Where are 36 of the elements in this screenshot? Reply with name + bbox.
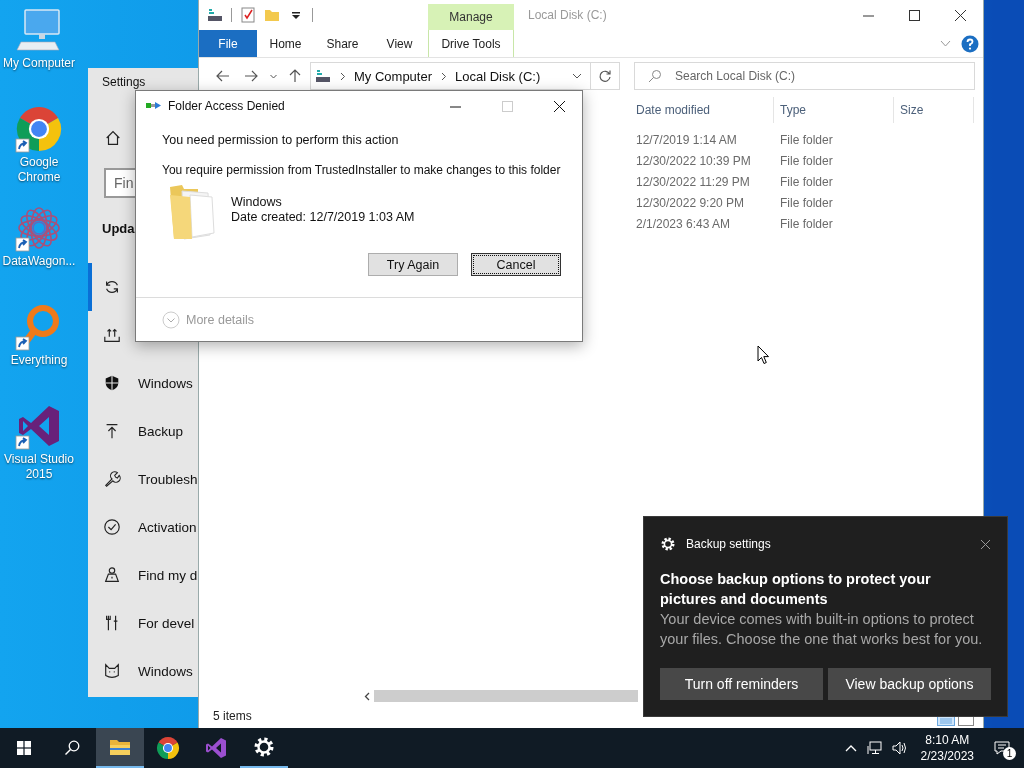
table-cell-text: 2/1/2023 6:43 AM — [635, 216, 732, 231]
table-cell-text: File folder — [779, 174, 834, 189]
nav-label: Activation — [138, 519, 197, 535]
nav-label: For devel — [138, 615, 195, 631]
table-cell-text: 12/30/2022 10:39 PM — [635, 153, 752, 168]
table-cell-text: File folder — [779, 216, 834, 231]
notification-count: 1 — [1003, 747, 1016, 760]
dialog-title: Folder Access Denied — [168, 99, 286, 113]
desktop-icon-label: Everything — [10, 353, 68, 368]
context-tab-group: Manage — [428, 4, 514, 30]
window-title: Local Disk (C:) — [527, 7, 608, 24]
nav-label: Find my d — [138, 567, 198, 583]
window-title: Settings — [101, 74, 147, 91]
section-heading: Upda — [101, 220, 136, 238]
status-text: 5 items — [213, 709, 252, 723]
nav-label: Windows — [138, 663, 193, 679]
table-cell-text: File folder — [779, 195, 834, 210]
notification-title: Choose backup options to protect your pictures and documents — [660, 570, 932, 609]
nav-label: Troublesh — [138, 471, 198, 487]
notification-app-name: Backup settings — [686, 537, 772, 551]
item-name: Windows — [231, 195, 283, 209]
table-cell-text: File folder — [779, 153, 834, 168]
desktop-icon-label: Visual Studio 2015 — [4, 452, 74, 482]
nav-label: Windows — [138, 375, 193, 391]
item-detail: Date created: 12/7/2019 1:03 AM — [231, 210, 415, 224]
dialog-message: You require permission from TrustedInstaller to make changes to this folder — [162, 163, 561, 177]
table-cell-text: 12/30/2022 9:20 PM — [635, 195, 746, 210]
table-cell-text: File folder — [779, 132, 834, 147]
table-cell-text: 12/30/2022 11:29 PM — [635, 174, 751, 189]
desktop-icon-label: DataWagon... — [2, 254, 76, 269]
nav-label: Backup — [138, 423, 184, 439]
table-cell-text: 12/7/2019 1:14 AM — [635, 132, 738, 147]
notification-body: Your device comes with built-in options to protect your files. Choose the one that works best for you. — [660, 610, 984, 649]
desktop-icon-label: My Computer — [3, 56, 75, 71]
desktop-icon-label: Google Chrome — [16, 155, 62, 185]
dialog-heading: You need permission to perform this action — [162, 133, 400, 147]
